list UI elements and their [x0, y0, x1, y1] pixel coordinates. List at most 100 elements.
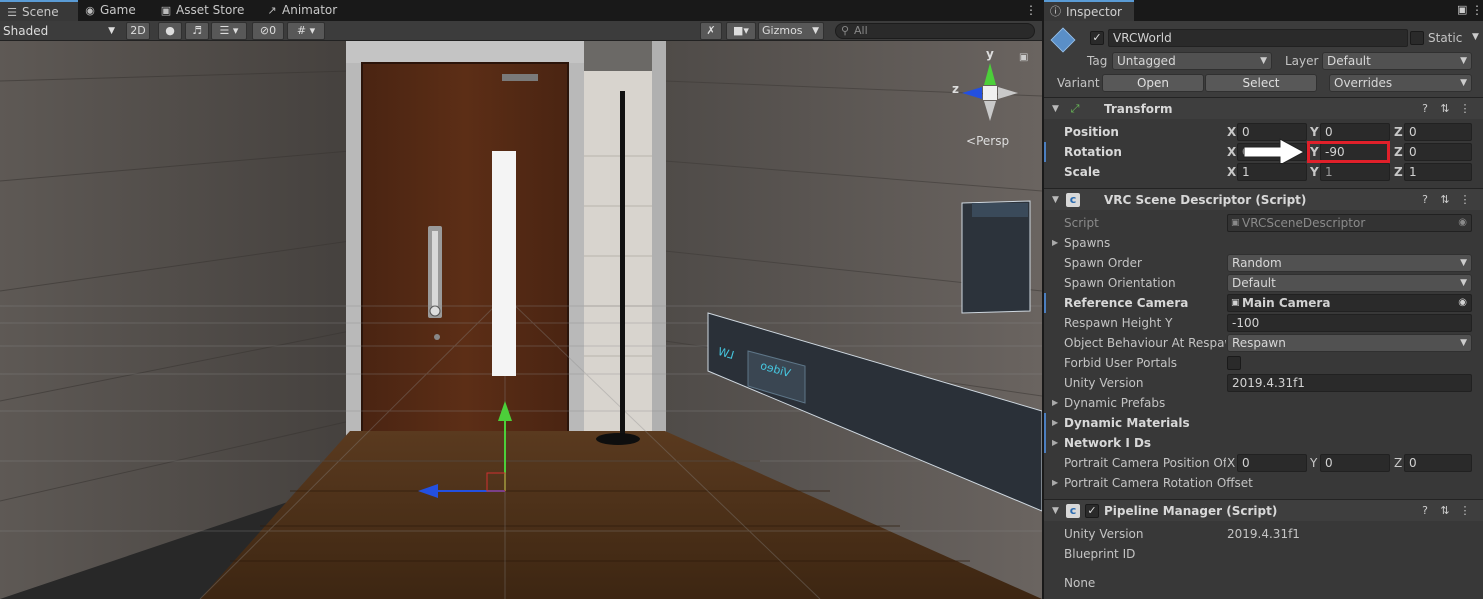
lighting-icon[interactable]: ●	[158, 22, 182, 40]
tab-animator[interactable]: ↗ Animator	[260, 0, 360, 21]
layer-value: Default	[1327, 54, 1371, 68]
spawn-order-dropdown[interactable]: Random ▼	[1227, 254, 1472, 272]
inspector-menu-icon[interactable]: ⋮	[1471, 3, 1483, 17]
chevron-down-icon: ▼	[1460, 78, 1467, 88]
2d-toggle[interactable]: 2D	[126, 22, 150, 40]
dynamic-prefabs-row[interactable]: ▶ Dynamic Prefabs	[1044, 393, 1483, 413]
chevron-down-icon: ▼	[1460, 258, 1467, 268]
respawn-height-field[interactable]: -100	[1227, 314, 1472, 332]
tag-dropdown[interactable]: Untagged ▼	[1112, 52, 1272, 70]
axis-x-label: X	[1227, 165, 1237, 179]
scene-panel: ☰ Scene ◉ Game ▣ Asset Store ↗ Animator …	[0, 0, 1042, 599]
tab-asset-store[interactable]: ▣ Asset Store	[154, 0, 258, 21]
camera-icon[interactable]: ■▾	[726, 22, 756, 40]
chevron-down-icon: ▼	[1460, 338, 1467, 348]
shopping-bag-icon: ▣	[160, 4, 172, 17]
scene-descriptor-header[interactable]: ▼ c VRC Scene Descriptor (Script) ? ⇅ ⋮	[1044, 188, 1483, 210]
tab-game[interactable]: ◉ Game	[78, 0, 158, 21]
pipeline-enabled-checkbox[interactable]: ✓	[1085, 504, 1099, 518]
modified-indicator	[1044, 433, 1046, 453]
position-z-field[interactable]: 0	[1404, 123, 1472, 141]
overrides-label: Overrides	[1334, 76, 1393, 90]
chevron-down-icon: ▼	[1260, 56, 1267, 66]
scene-tabbar: ☰ Scene ◉ Game ▣ Asset Store ↗ Animator …	[0, 0, 1042, 21]
dynamic-prefabs-label: Dynamic Prefabs	[1064, 396, 1166, 410]
tab-scene[interactable]: ☰ Scene	[0, 0, 78, 21]
select-prefab-button[interactable]: Select	[1205, 74, 1317, 92]
axis-z-label: Z	[1394, 145, 1403, 159]
tag-label: Tag	[1087, 54, 1108, 68]
pipeline-manager-title: Pipeline Manager (Script)	[1104, 504, 1278, 518]
shading-dropdown[interactable]: Shaded ▼	[3, 22, 119, 40]
forbid-portals-row: Forbid User Portals	[1044, 353, 1483, 373]
scale-z-field[interactable]: 1	[1404, 163, 1472, 181]
component-menu-icon[interactable]: ⋮	[1458, 504, 1472, 518]
transform-header[interactable]: ▼ ⤢ Transform ? ⇅ ⋮	[1044, 97, 1483, 119]
portrait-y-field[interactable]: 0	[1320, 454, 1390, 472]
scale-y-field[interactable]: 1	[1320, 163, 1390, 181]
presets-icon[interactable]: ⇅	[1438, 102, 1452, 116]
axis-y-label: Y	[1310, 456, 1318, 470]
portrait-rotation-row[interactable]: ▶ Portrait Camera Rotation Offset	[1044, 473, 1483, 493]
pipeline-unity-version-label: Unity Version	[1064, 527, 1144, 541]
scene-toolbar: Shaded ▼ 2D ● ♬ ☰ ▾ ⊘0 # ▾ ✗ ■▾ Gizmos ▼…	[0, 21, 1042, 41]
lock-icon[interactable]: ▣	[1019, 52, 1028, 63]
persp-toggle[interactable]: <Persp	[966, 134, 1009, 148]
lock-icon[interactable]: ▣	[1457, 3, 1467, 16]
presets-icon[interactable]: ⇅	[1438, 504, 1452, 518]
gizmos-dropdown[interactable]: Gizmos ▼	[758, 22, 824, 40]
scene-menu-icon[interactable]: ⋮	[1025, 3, 1037, 17]
effects-icon[interactable]: ☰ ▾	[211, 22, 247, 40]
portrait-z-field[interactable]: 0	[1404, 454, 1472, 472]
portrait-rotation-label: Portrait Camera Rotation Offset	[1064, 476, 1253, 490]
audio-icon[interactable]: ♬	[185, 22, 209, 40]
presets-icon[interactable]: ⇅	[1438, 193, 1452, 207]
help-icon[interactable]: ?	[1418, 504, 1432, 518]
active-checkbox[interactable]: ✓	[1090, 31, 1104, 45]
fold-right-icon: ▶	[1052, 438, 1059, 447]
script-file-icon: ▣	[1231, 218, 1240, 228]
tools-icon[interactable]: ✗	[700, 22, 722, 40]
scene-render	[0, 41, 1042, 599]
chevron-down-icon[interactable]: ▼	[1472, 32, 1479, 42]
transform-axes-icon: ⤢	[1070, 102, 1080, 115]
spawn-orientation-dropdown[interactable]: Default ▼	[1227, 274, 1472, 292]
chevron-down-icon: ▼	[108, 26, 115, 36]
dynamic-materials-row[interactable]: ▶ Dynamic Materials	[1044, 413, 1483, 433]
scale-x-field[interactable]: 1	[1237, 163, 1307, 181]
static-label: Static	[1428, 31, 1463, 45]
grid-icon[interactable]: # ▾	[287, 22, 325, 40]
object-header: ✓ VRCWorld Static ▼ Tag Untagged ▼ Layer …	[1044, 21, 1483, 97]
chevron-down-icon: ▼	[812, 26, 819, 36]
overrides-dropdown[interactable]: Overrides ▼	[1329, 74, 1472, 92]
tab-scene-label: Scene	[22, 5, 59, 19]
tab-inspector[interactable]: ⓘ Inspector	[1044, 0, 1134, 22]
object-behaviour-dropdown[interactable]: Respawn ▼	[1227, 334, 1472, 352]
forbid-portals-checkbox[interactable]	[1227, 356, 1241, 370]
network-ids-row[interactable]: ▶ Network I Ds	[1044, 433, 1483, 453]
help-icon[interactable]: ?	[1418, 102, 1432, 116]
pipeline-manager-header[interactable]: ▼ c ✓ Pipeline Manager (Script) ? ⇅ ⋮	[1044, 499, 1483, 521]
layer-dropdown[interactable]: Default ▼	[1322, 52, 1472, 70]
rotation-z-field[interactable]: 0	[1404, 143, 1472, 161]
object-name: VRCWorld	[1113, 31, 1172, 45]
component-menu-icon[interactable]: ⋮	[1458, 102, 1472, 116]
network-ids-label: Network I Ds	[1064, 436, 1152, 450]
variant-label: Variant	[1057, 76, 1100, 90]
reference-camera-field[interactable]: ▣ Main Camera ◉	[1227, 294, 1472, 312]
scene-viewport[interactable]: y z ▣ <Persp LW Video	[0, 41, 1042, 599]
object-behaviour-row: Object Behaviour At Respaw Respawn ▼	[1044, 333, 1483, 353]
hidden-objects-toggle[interactable]: ⊘0	[252, 22, 284, 40]
spawns-row[interactable]: ▶ Spawns	[1044, 233, 1483, 253]
help-icon[interactable]: ?	[1418, 193, 1432, 207]
scale-label: Scale	[1064, 165, 1101, 179]
open-prefab-button[interactable]: Open	[1102, 74, 1204, 92]
component-menu-icon[interactable]: ⋮	[1458, 193, 1472, 207]
object-name-field[interactable]: VRCWorld	[1108, 29, 1408, 47]
static-checkbox[interactable]	[1410, 31, 1424, 45]
unity-version-field[interactable]: 2019.4.31f1	[1227, 374, 1472, 392]
portrait-x-field[interactable]: 0	[1237, 454, 1307, 472]
tab-asset-store-label: Asset Store	[176, 3, 245, 17]
scene-search-input[interactable]: ⚲ All	[835, 23, 1035, 39]
position-y-field[interactable]: 0	[1320, 123, 1390, 141]
